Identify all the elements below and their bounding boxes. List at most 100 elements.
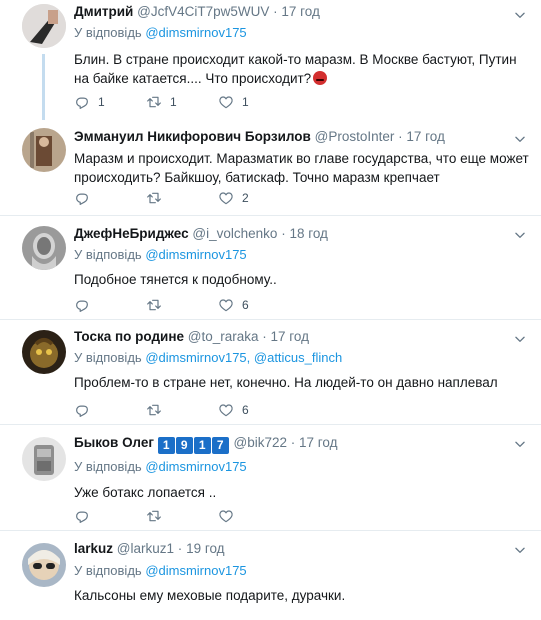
heart-icon bbox=[218, 190, 234, 206]
mention-link[interactable]: @dimsmirnov175 bbox=[145, 563, 246, 578]
like-button[interactable]: 1 bbox=[218, 94, 290, 110]
retweet-button[interactable] bbox=[146, 508, 218, 524]
separator: · bbox=[177, 541, 183, 556]
author-handle[interactable]: @JcfV4CiT7pw5WUV bbox=[137, 4, 269, 19]
tweet-text: Маразм и происходит. Маразматик во главе… bbox=[74, 151, 529, 185]
like-count: 6 bbox=[242, 403, 249, 417]
like-button[interactable] bbox=[218, 508, 290, 524]
timestamp[interactable]: 17 год bbox=[271, 329, 309, 344]
separator: · bbox=[281, 226, 286, 241]
tweet[interactable]: ДжефНеБриджес @i_volchenko · 18 год У ві… bbox=[0, 216, 541, 320]
author-name[interactable]: Дмитрий bbox=[74, 4, 133, 19]
tweet[interactable]: Тоска по родине @to_raraka · 17 год У ві… bbox=[0, 320, 541, 425]
tweet-header: ДжефНеБриджес @i_volchenko · 18 год bbox=[74, 225, 529, 243]
angry-face-icon bbox=[313, 71, 328, 85]
like-count: 1 bbox=[242, 95, 249, 109]
author-name[interactable]: Эммануил Никифорович Борзилов bbox=[74, 129, 311, 144]
author-name[interactable]: Быков Олег bbox=[74, 435, 154, 450]
chevron-down-icon[interactable] bbox=[513, 228, 527, 242]
heart-icon bbox=[218, 94, 234, 110]
avatar[interactable] bbox=[22, 543, 66, 587]
mention-link[interactable]: @atticus_flinch bbox=[254, 350, 342, 365]
author-handle[interactable]: @bik722 bbox=[234, 435, 288, 450]
retweet-icon bbox=[146, 190, 162, 206]
number-badge: 7 bbox=[211, 437, 229, 454]
author-handle[interactable]: @i_volchenko bbox=[192, 226, 277, 241]
retweet-icon bbox=[146, 508, 162, 524]
tweet[interactable]: Быков Олег 1917 @bik722 · 17 год У відпо… bbox=[0, 425, 541, 531]
tweet-header: Эммануил Никифорович Борзилов @ProstoInt… bbox=[74, 128, 529, 146]
reply-to: У відповідь @dimsmirnov175 bbox=[74, 246, 529, 264]
reply-prefix: У відповідь bbox=[74, 563, 142, 578]
author-handle[interactable]: @to_raraka bbox=[188, 329, 259, 344]
tweet-header: Тоска по родине @to_raraka · 17 год bbox=[74, 328, 529, 346]
retweet-button[interactable] bbox=[146, 402, 218, 418]
tweet-text-body: Блин. В стране происходит какой-то мараз… bbox=[74, 52, 517, 86]
timestamp[interactable]: 17 год bbox=[406, 129, 444, 144]
number-badge: 1 bbox=[157, 437, 175, 454]
separator: · bbox=[290, 435, 296, 450]
mention-link[interactable]: @dimsmirnov175 bbox=[145, 459, 246, 474]
tweet-actions: 2 bbox=[74, 188, 290, 208]
separator: · bbox=[273, 4, 278, 19]
like-count: 2 bbox=[242, 191, 249, 205]
reply-button[interactable] bbox=[74, 402, 146, 418]
heart-icon bbox=[218, 508, 234, 524]
tweet-text: Проблем-то в стране нет, конечно. На люд… bbox=[74, 375, 498, 390]
reply-to: У відповідь @dimsmirnov175 bbox=[74, 562, 529, 580]
tweet-header: Дмитрий @JcfV4CiT7pw5WUV · 17 год bbox=[74, 3, 529, 21]
avatar[interactable] bbox=[22, 330, 66, 374]
chevron-down-icon[interactable] bbox=[513, 8, 527, 22]
author-handle[interactable]: @ProstoInter bbox=[315, 129, 395, 144]
tweet[interactable]: larkuz @larkuz1 · 19 год У відповідь @di… bbox=[0, 531, 541, 620]
timestamp[interactable]: 18 год bbox=[289, 226, 327, 241]
tweet-text: Блин. В стране происходит какой-то мараз… bbox=[74, 50, 529, 88]
timestamp[interactable]: 19 год bbox=[186, 541, 224, 556]
avatar[interactable] bbox=[22, 128, 66, 172]
avatar[interactable] bbox=[22, 4, 66, 48]
mention-link[interactable]: @dimsmirnov175 bbox=[145, 25, 246, 40]
reply-button[interactable] bbox=[74, 508, 146, 524]
heart-icon bbox=[218, 297, 234, 313]
tweet-actions: 6 bbox=[74, 400, 290, 420]
reply-to: У відповідь @dimsmirnov175 bbox=[74, 458, 529, 476]
reply-button[interactable] bbox=[74, 297, 146, 313]
chevron-down-icon[interactable] bbox=[513, 332, 527, 346]
author-name[interactable]: larkuz bbox=[74, 541, 113, 556]
reply-icon bbox=[74, 94, 90, 110]
like-button[interactable]: 6 bbox=[218, 402, 290, 418]
like-button[interactable]: 2 bbox=[218, 190, 290, 206]
thread-line bbox=[42, 54, 45, 120]
reply-to: У відповідь @dimsmirnov175 bbox=[74, 24, 529, 42]
like-count: 6 bbox=[242, 298, 249, 312]
avatar[interactable] bbox=[22, 437, 66, 481]
reply-button[interactable]: 1 bbox=[74, 94, 146, 110]
reply-icon bbox=[74, 297, 90, 313]
retweet-count: 1 bbox=[170, 95, 177, 109]
number-badge: 9 bbox=[175, 437, 193, 454]
number-badge: 1 bbox=[193, 437, 211, 454]
timestamp[interactable]: 17 год bbox=[281, 4, 319, 19]
separator: · bbox=[262, 329, 267, 344]
chevron-down-icon[interactable] bbox=[513, 437, 527, 451]
chevron-down-icon[interactable] bbox=[513, 132, 527, 146]
author-name[interactable]: ДжефНеБриджес bbox=[74, 226, 189, 241]
retweet-button[interactable]: 1 bbox=[146, 94, 218, 110]
retweet-button[interactable] bbox=[146, 297, 218, 313]
tweet[interactable]: Дмитрий @JcfV4CiT7pw5WUV · 17 год У відп… bbox=[0, 0, 541, 120]
retweet-button[interactable] bbox=[146, 190, 218, 206]
mention-link[interactable]: @dimsmirnov175 bbox=[145, 247, 246, 262]
retweet-icon bbox=[146, 402, 162, 418]
author-handle[interactable]: @larkuz1 bbox=[117, 541, 174, 556]
reply-icon bbox=[74, 508, 90, 524]
author-name[interactable]: Тоска по родине bbox=[74, 329, 184, 344]
heart-icon bbox=[218, 402, 234, 418]
timestamp[interactable]: 17 год bbox=[299, 435, 337, 450]
avatar[interactable] bbox=[22, 226, 66, 270]
mention-link[interactable]: @dimsmirnov175, bbox=[145, 350, 250, 365]
reply-button[interactable] bbox=[74, 190, 146, 206]
tweet[interactable]: Эммануил Никифорович Борзилов @ProstoInt… bbox=[0, 120, 541, 216]
chevron-down-icon[interactable] bbox=[513, 543, 527, 557]
like-button[interactable]: 6 bbox=[218, 297, 290, 313]
reply-count: 1 bbox=[98, 95, 105, 109]
